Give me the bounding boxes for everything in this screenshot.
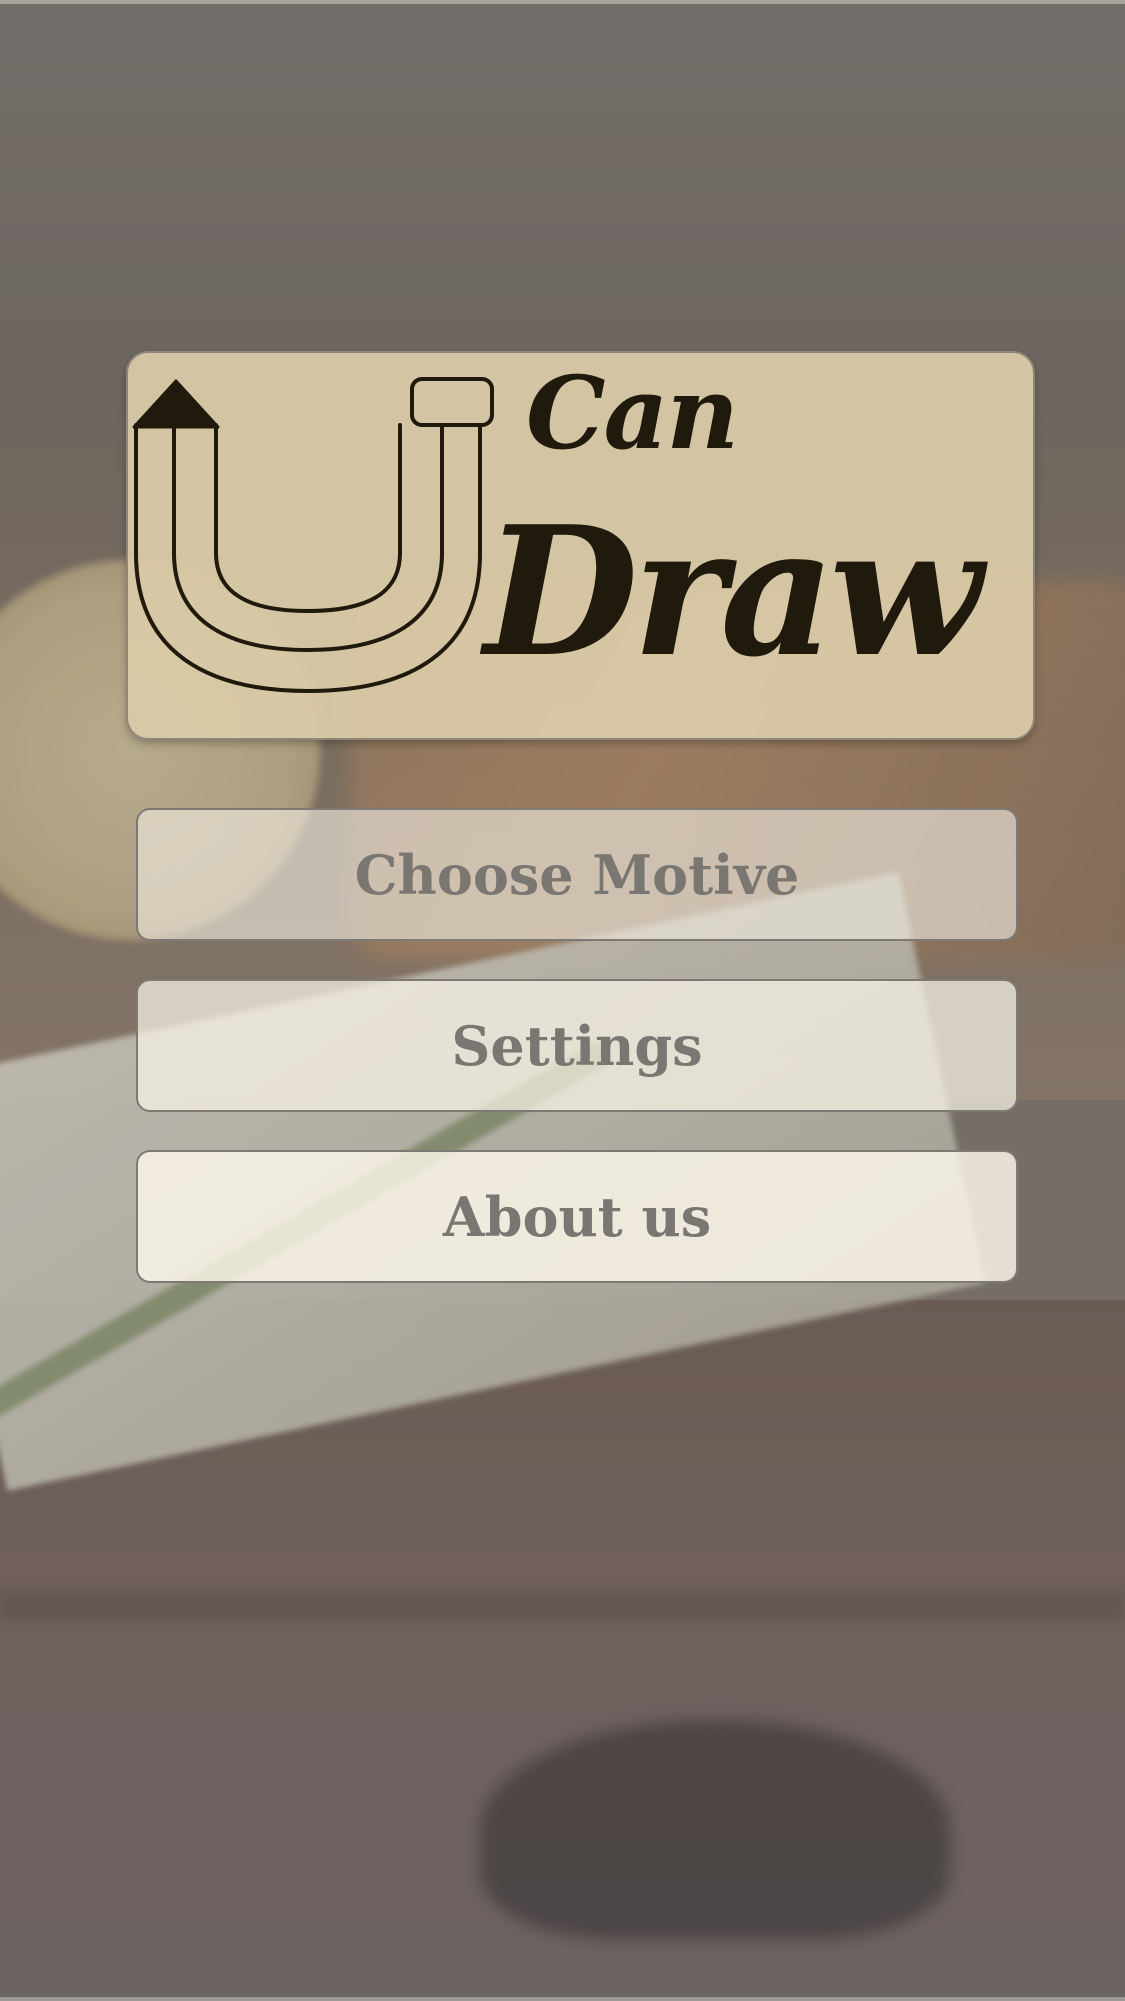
app-logo: Can Draw [126, 351, 1035, 740]
bottom-edge-line [0, 1997, 1125, 2001]
settings-button[interactable]: Settings [136, 979, 1018, 1112]
top-edge-line [0, 0, 1125, 4]
pencil-tip-icon [132, 379, 220, 429]
logo-text-draw: Draw [484, 487, 983, 696]
logo-text-can: Can [526, 354, 739, 472]
about-us-button[interactable]: About us [136, 1150, 1018, 1283]
choose-motive-button[interactable]: Choose Motive [136, 808, 1018, 941]
